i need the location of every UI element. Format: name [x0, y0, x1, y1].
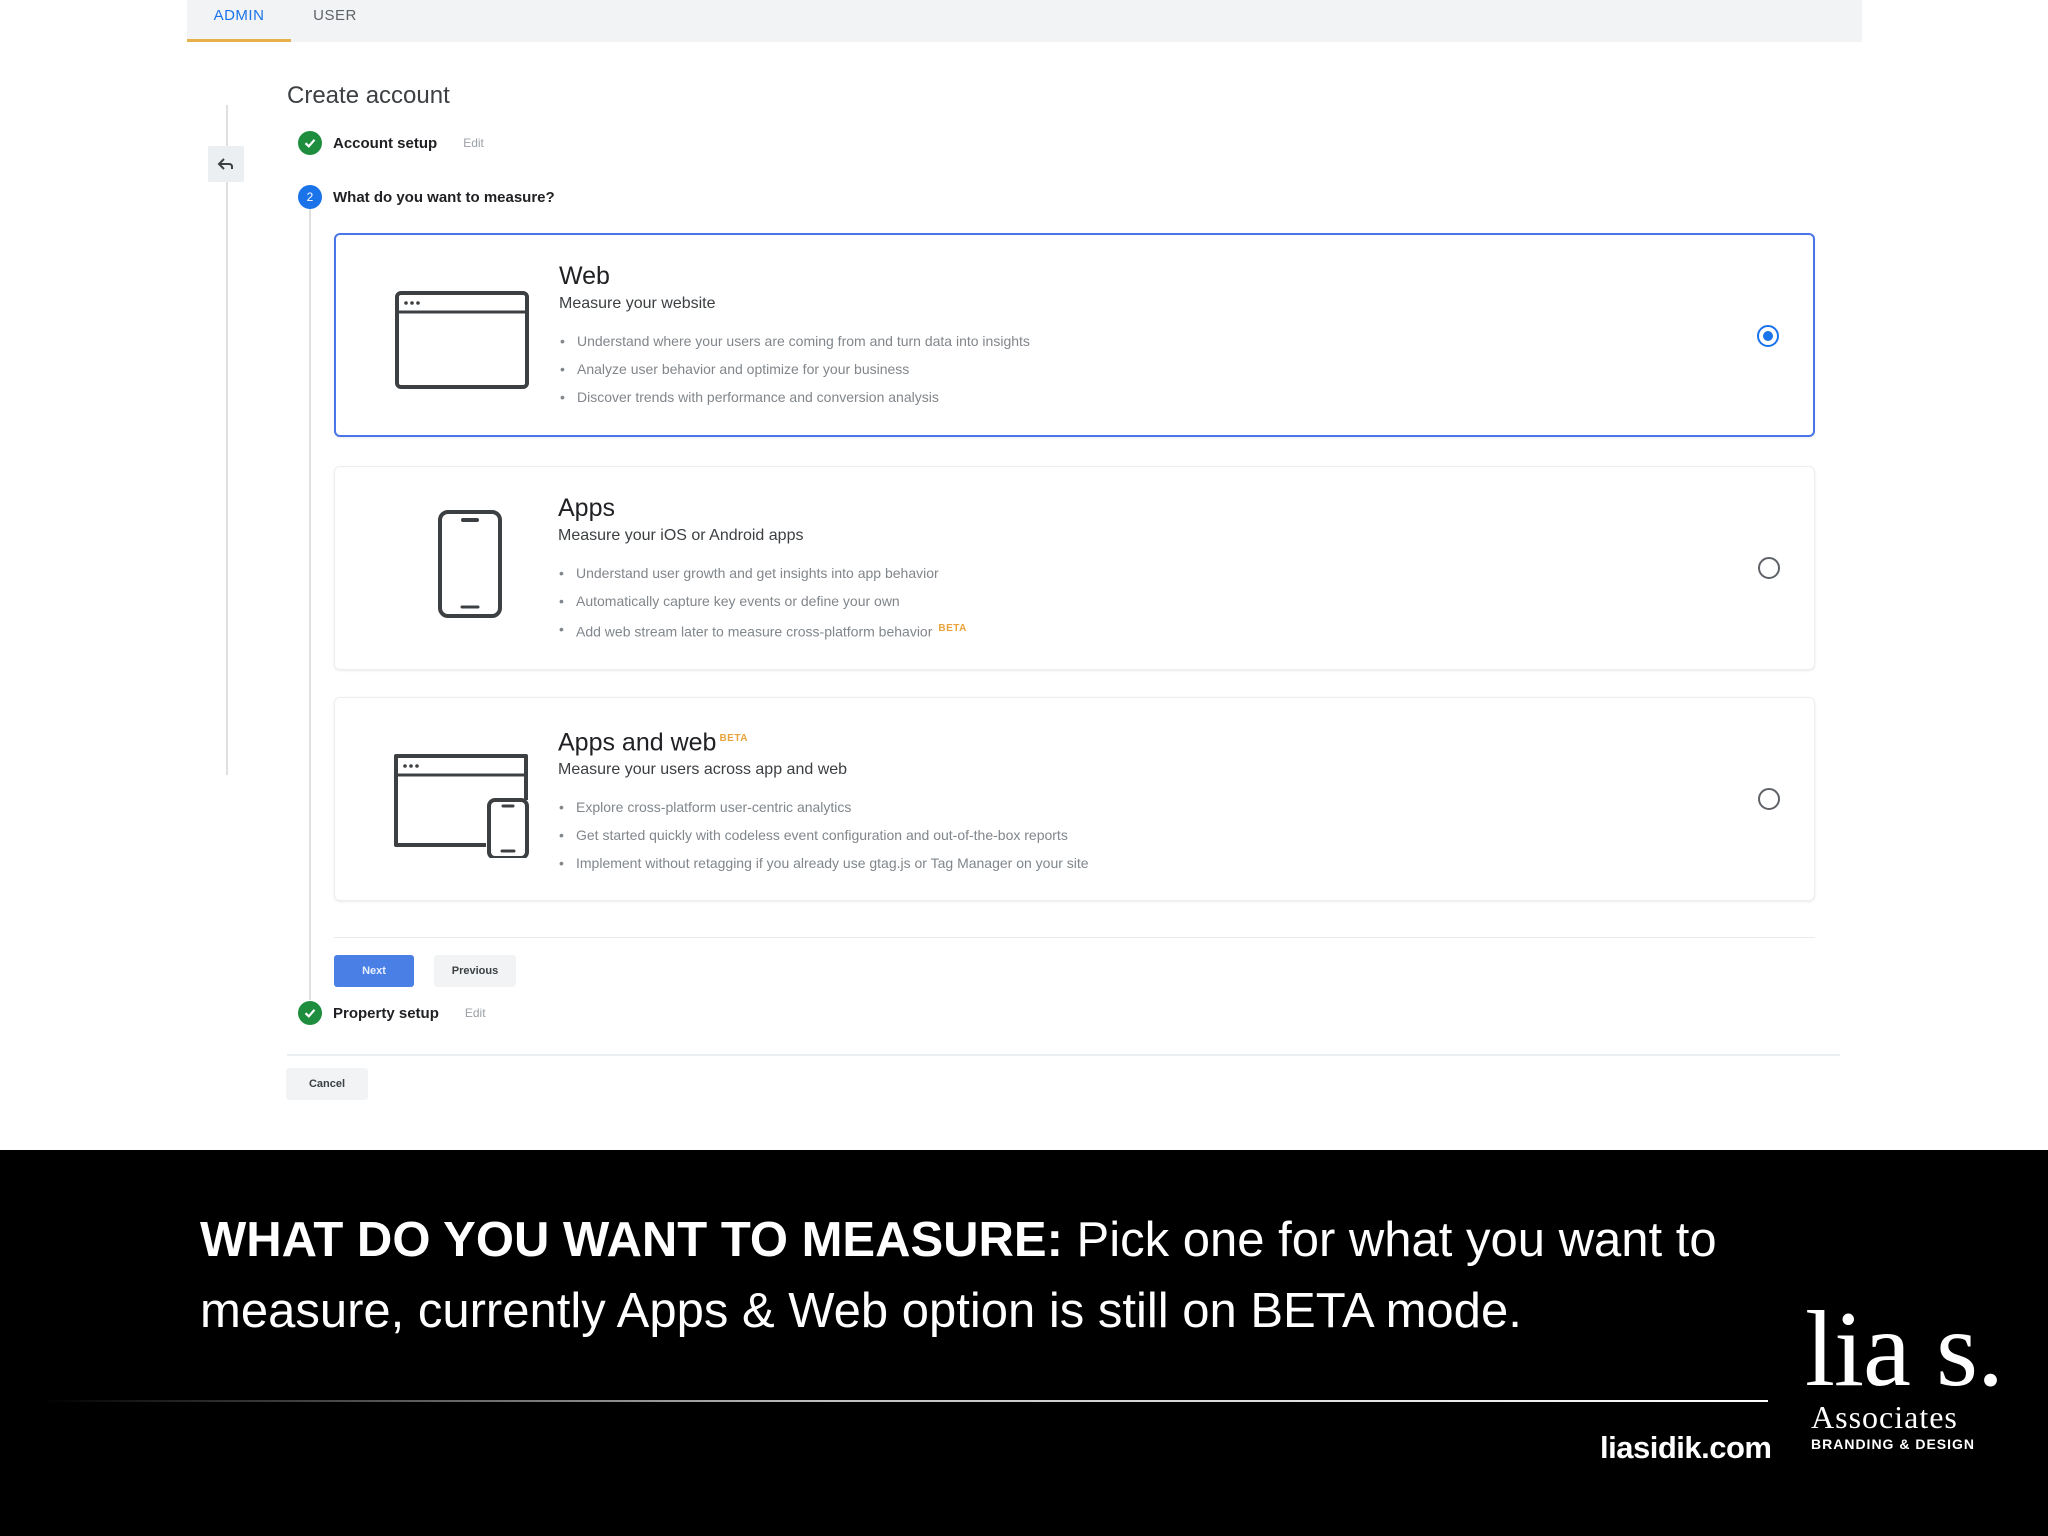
step-label: Property setup — [333, 1004, 439, 1022]
page-title: Create account — [287, 82, 450, 109]
list-item: Understand where your users are coming f… — [559, 327, 1559, 355]
option-bullets: Explore cross-platform user-centric anal… — [558, 793, 1558, 877]
option-card-apps-and-web[interactable]: Apps and web BETA Measure your users acro… — [334, 697, 1815, 901]
next-button[interactable]: Next — [334, 955, 414, 987]
cancel-button[interactable]: Cancel — [286, 1068, 368, 1100]
option-title: Apps and web BETA — [558, 724, 1558, 757]
stepper-line — [309, 200, 311, 1000]
option-title-text: Apps and web — [558, 728, 717, 757]
option-card-apps[interactable]: Apps Measure your iOS or Android apps Un… — [334, 466, 1815, 670]
list-item: Understand user growth and get insights … — [558, 559, 1558, 587]
browser-and-phone-icon — [394, 754, 529, 858]
actions-divider — [334, 937, 1815, 938]
left-rail-divider — [226, 105, 228, 775]
option-subtitle: Measure your iOS or Android apps — [558, 527, 804, 544]
step-what-to-measure: 2 What do you want to measure? — [298, 184, 555, 210]
tab-user[interactable]: USER — [303, 0, 367, 42]
logo-tagline: BRANDING & DESIGN — [1811, 1436, 1976, 1452]
step-number-badge: 2 — [298, 185, 322, 209]
browser-window-icon — [395, 291, 529, 389]
list-item: Analyze user behavior and optimize for y… — [559, 355, 1559, 383]
previous-button[interactable]: Previous — [434, 955, 516, 987]
list-item: Discover trends with performance and con… — [559, 383, 1559, 411]
list-item: Automatically capture key events or defi… — [558, 587, 1558, 615]
option-bullets: Understand where your users are coming f… — [559, 327, 1559, 411]
logo-mark: lia s. — [1805, 1290, 2004, 1409]
list-item: Explore cross-platform user-centric anal… — [558, 793, 1558, 821]
edit-link[interactable]: Edit — [463, 136, 484, 150]
option-card-web[interactable]: Web Measure your website Understand wher… — [334, 233, 1815, 437]
check-icon — [298, 1001, 322, 1025]
step-label: Account setup — [333, 134, 438, 152]
radio-web[interactable] — [1757, 325, 1779, 347]
back-button[interactable] — [208, 146, 244, 182]
list-item-text: Add web stream later to measure cross-pl… — [576, 623, 933, 640]
option-title: Apps — [558, 494, 615, 522]
caption-lead: WHAT DO YOU WANT TO MEASURE: — [200, 1213, 1063, 1267]
phone-icon — [438, 510, 502, 618]
beta-badge: BETA — [719, 733, 748, 744]
check-icon — [298, 131, 322, 155]
list-item: Get started quickly with codeless event … — [558, 821, 1558, 849]
radio-apps-and-web[interactable] — [1758, 788, 1780, 810]
beta-badge: BETA — [938, 623, 967, 634]
caption-rule — [40, 1400, 1768, 1402]
admin-tab-bar: ADMIN USER — [187, 0, 1862, 42]
brand-logo: lia s. Associates BRANDING & DESIGN — [1805, 1290, 2015, 1470]
step-property-setup: Property setup Edit — [298, 1000, 486, 1026]
list-item: Add web stream later to measure cross-pl… — [558, 615, 1558, 646]
option-subtitle: Measure your users across app and web — [558, 761, 848, 779]
radio-apps[interactable] — [1758, 557, 1780, 579]
edit-link[interactable]: Edit — [465, 1006, 486, 1020]
option-title: Web — [559, 262, 610, 290]
tab-admin[interactable]: ADMIN — [187, 0, 291, 42]
caption-text: WHAT DO YOU WANT TO MEASURE: Pick one fo… — [200, 1205, 1760, 1347]
option-bullets: Understand user growth and get insights … — [558, 559, 1558, 646]
back-arrow-icon — [217, 158, 233, 170]
website-url: liasidik.com — [1600, 1430, 1772, 1465]
step-label: What do you want to measure? — [333, 188, 555, 206]
step-account-setup: Account setup Edit — [298, 130, 484, 156]
list-item: Implement without retagging if you alrea… — [558, 849, 1558, 877]
footer-divider — [287, 1054, 1840, 1056]
option-subtitle: Measure your website — [559, 295, 716, 312]
